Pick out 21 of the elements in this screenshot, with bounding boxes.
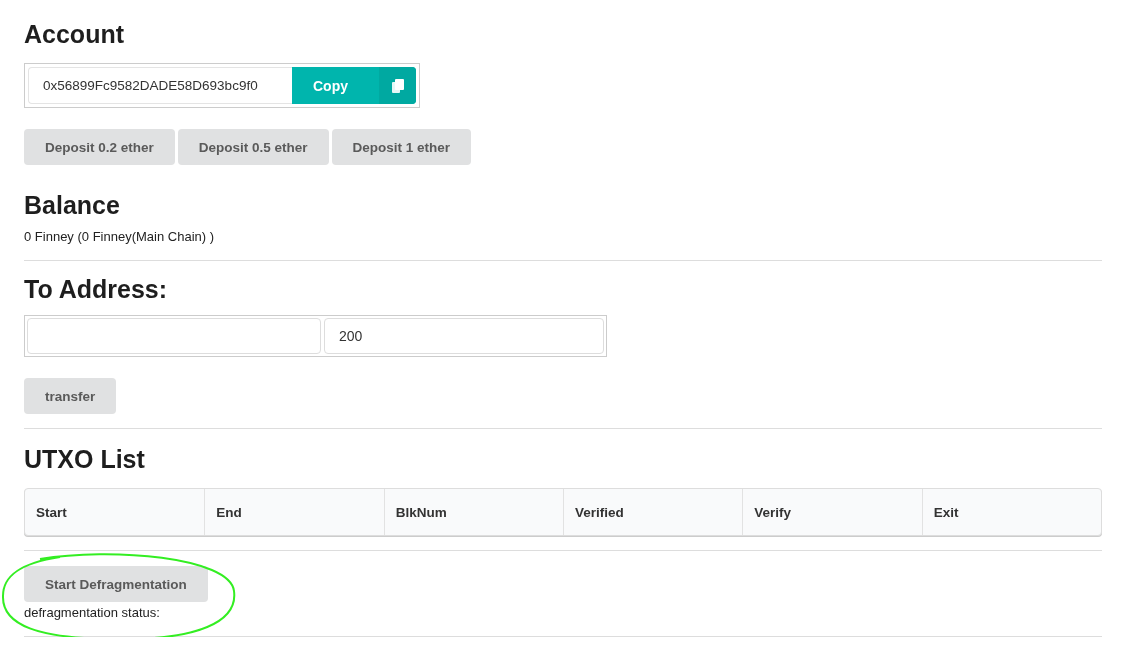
column-header: Verified [563, 489, 743, 535]
column-header: Start [35, 503, 68, 522]
amount-input[interactable]: 200 [324, 318, 604, 354]
address-field[interactable]: 0x56899Fc9582DADE58D693bc9f0 Copy [24, 63, 420, 108]
address-input[interactable] [27, 318, 321, 354]
deposit-button[interactable]: Deposit 1 ether [331, 129, 472, 165]
section-title: Account [24, 19, 125, 50]
transfer-button[interactable]: transfer [24, 378, 117, 414]
defragmentation-button[interactable]: Start Defragmentation [24, 566, 208, 602]
section-title: UTXO List [24, 444, 146, 475]
column-header: End [204, 489, 384, 535]
balance-text: 0 Finney (0 Finney(Main Chain) ) [24, 229, 216, 244]
section-title: To Address: [24, 274, 169, 305]
deposit-button[interactable]: Deposit 0.2 ether [24, 129, 175, 165]
column-header: BlkNum [383, 489, 563, 535]
status-label: defragmentation status: [24, 605, 161, 620]
copy-icon [391, 78, 404, 93]
deposit-button[interactable]: Deposit 0.5 ether [177, 129, 329, 165]
section-title: Balance [24, 190, 121, 221]
column-header: Exit [921, 489, 1101, 535]
column-header: Verify [742, 489, 922, 535]
